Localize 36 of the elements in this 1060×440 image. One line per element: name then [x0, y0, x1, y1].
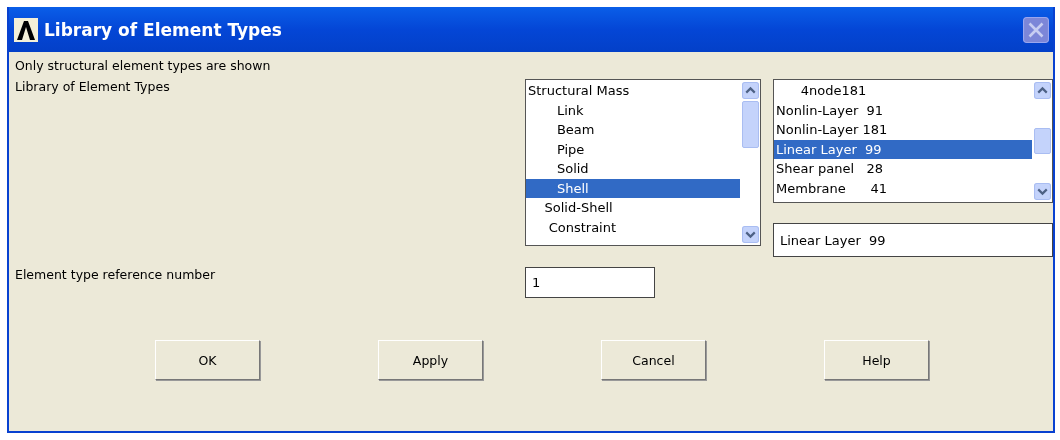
scroll-thumb[interactable] [741, 101, 759, 148]
dialog-button[interactable]: OK [155, 340, 260, 380]
element-type-list[interactable]: 4node181 Nonlin-Layer 91 Nonlin-Layer 181 Linear Layer 99 Shear panel 28 Membrane 41 [773, 79, 1053, 203]
close-icon[interactable] [1023, 16, 1049, 43]
list-item[interactable]: Membrane 41 [774, 178, 1032, 198]
window-title: Library of Element Types [44, 19, 283, 40]
scrollbar[interactable] [1032, 80, 1052, 202]
scroll-down-icon[interactable] [1033, 183, 1051, 200]
list-item[interactable]: Solid-Shell [526, 198, 740, 218]
info-text: Only structural element types are shown [15, 58, 272, 73]
list-item[interactable]: Link [526, 100, 740, 120]
list-item[interactable]: Nonlin-Layer 91 [774, 100, 1032, 120]
dialog-button[interactable]: Apply [378, 340, 483, 380]
field-label: Element type reference number [15, 267, 217, 282]
scrollbar[interactable] [740, 80, 760, 245]
list-item[interactable]: Linear Layer 99 [774, 139, 1032, 159]
list-item[interactable]: Beam [526, 120, 740, 140]
scroll-down-icon[interactable] [741, 226, 759, 243]
reference-number-field[interactable]: 1 [525, 267, 655, 298]
field-label: Library of Element Types [15, 79, 171, 94]
list-item[interactable]: Structural Mass [526, 81, 740, 101]
logo-icon [14, 17, 38, 42]
list-item[interactable]: 4node181 [774, 81, 1032, 101]
list-item[interactable]: Shear panel 28 [774, 159, 1032, 179]
scroll-thumb[interactable] [1033, 128, 1051, 154]
scroll-up-icon[interactable] [741, 82, 759, 99]
category-list[interactable]: Structural Mass Link Beam Pipe Solid Shell Solid-Shell Constraint [525, 79, 761, 246]
dialog-button[interactable]: Help [824, 340, 929, 380]
list-item[interactable]: Pipe [526, 139, 740, 159]
list-item[interactable]: Constraint [526, 217, 740, 237]
list-item[interactable]: Solid [526, 159, 740, 179]
list-item[interactable]: Shell [526, 178, 740, 198]
scroll-up-icon[interactable] [1033, 82, 1051, 99]
dialog-button[interactable]: Cancel [601, 340, 706, 380]
list-item[interactable]: Nonlin-Layer 181 [774, 120, 1032, 140]
selection-field[interactable]: Linear Layer 99 [773, 223, 1053, 257]
